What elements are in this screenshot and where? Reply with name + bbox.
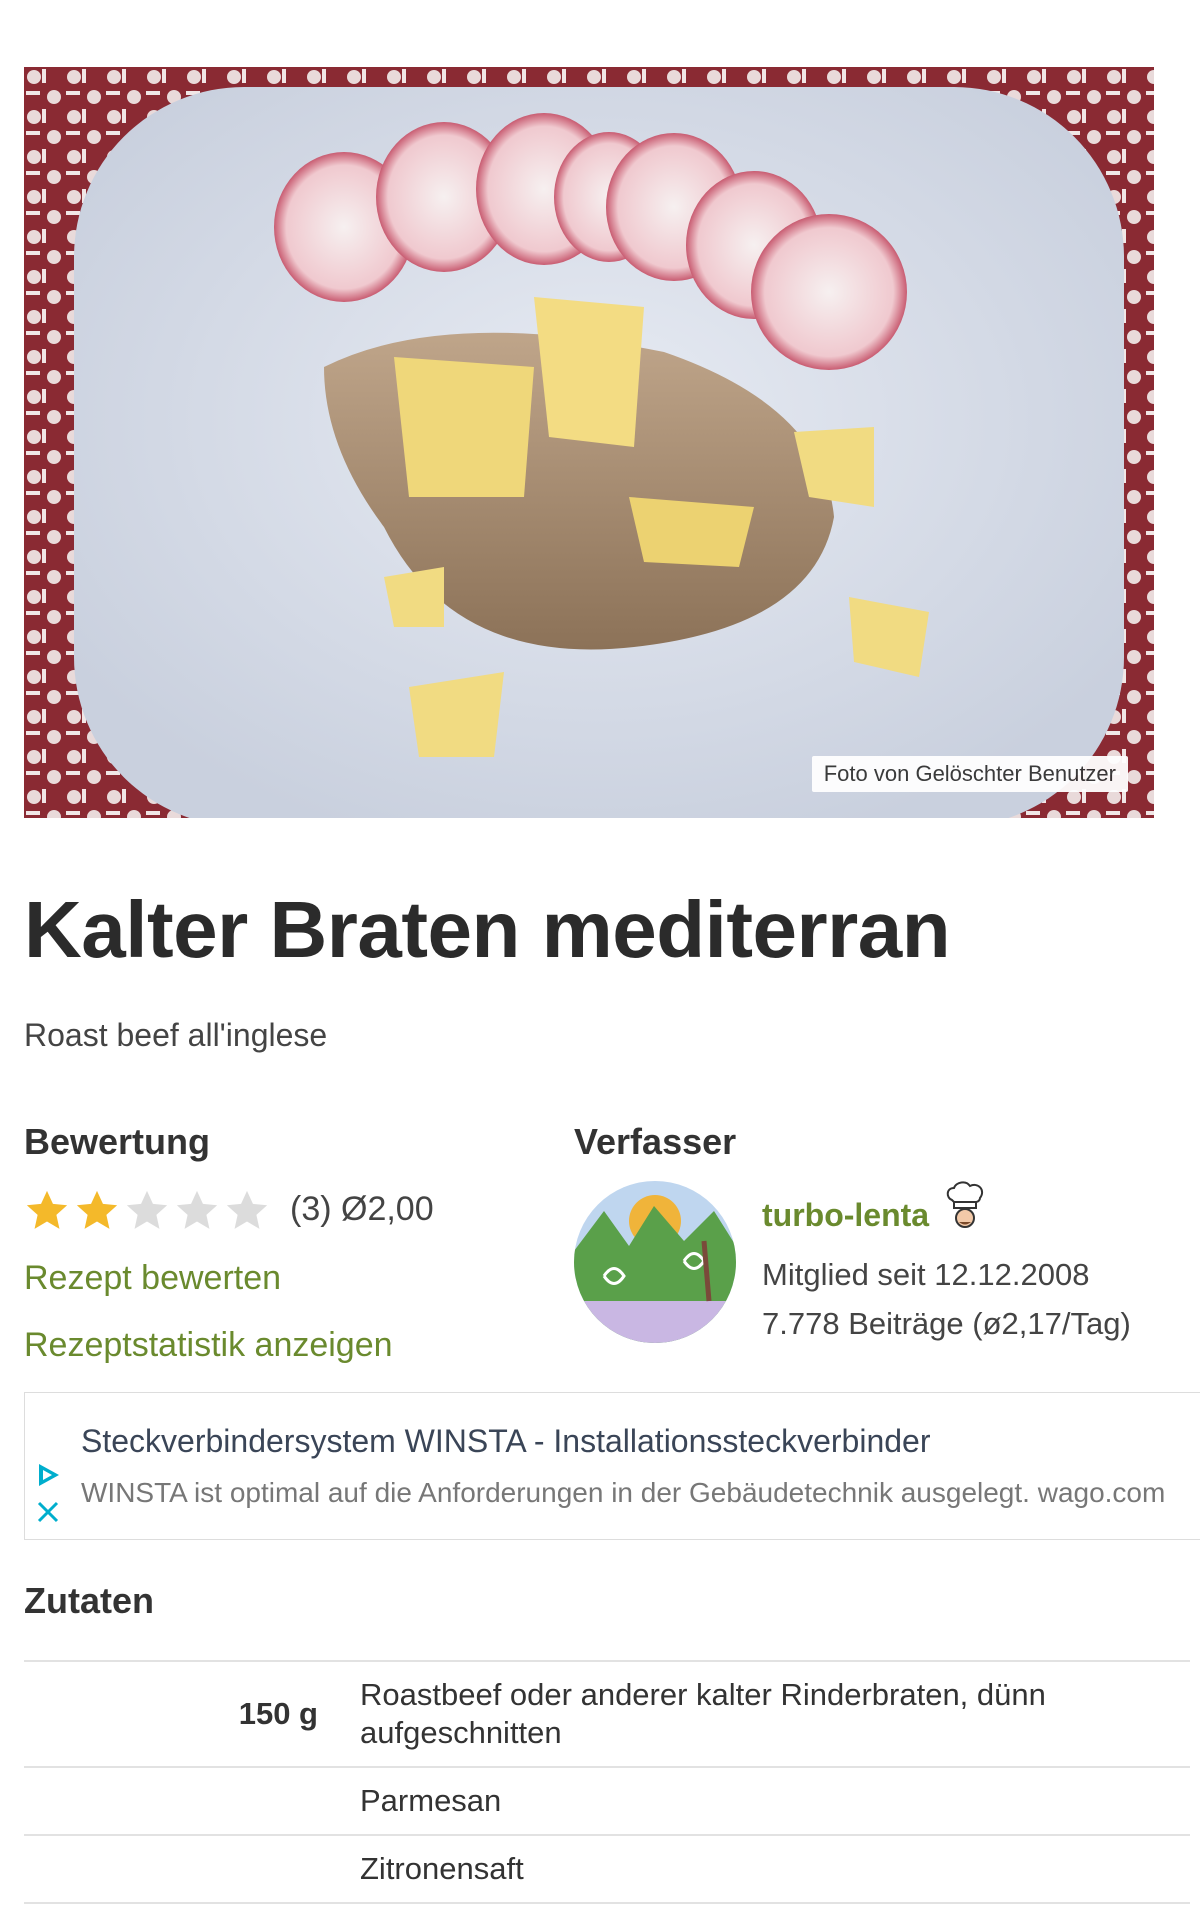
rate-recipe-link[interactable]: Rezept bewerten — [24, 1259, 281, 1298]
rating-heading: Bewertung — [24, 1121, 211, 1162]
author-heading: Verfasser — [574, 1121, 737, 1162]
ingredients-table: 150 g Roastbeef oder anderer kalter Rind… — [24, 1660, 1190, 1904]
star-filled-icon[interactable] — [24, 1188, 70, 1234]
ingredient-name: Zitronensaft — [360, 1851, 524, 1886]
ingredient-amount — [24, 1835, 348, 1903]
rating-summary: (3) Ø2,00 — [290, 1190, 434, 1228]
ingredient-name: Parmesan — [360, 1783, 502, 1818]
recipe-subtitle: Roast beef all'inglese — [24, 1017, 328, 1053]
ingredient-amount — [24, 1767, 348, 1835]
author-avatar[interactable] — [574, 1181, 736, 1343]
ad-title[interactable]: Steckverbindersystem WINSTA - Installati… — [81, 1423, 930, 1460]
ingredient-amount: 150 g — [238, 1696, 318, 1731]
avatar-drawing — [574, 1181, 736, 1343]
star-rating[interactable] — [24, 1188, 270, 1234]
advertisement[interactable]: Steckverbindersystem WINSTA - Installati… — [24, 1392, 1200, 1540]
star-empty-icon[interactable] — [224, 1188, 270, 1234]
close-icon[interactable] — [35, 1499, 61, 1525]
ingredient-row: Parmesan — [24, 1767, 1190, 1835]
recipe-title: Kalter Braten mediterran — [24, 885, 951, 974]
ingredients-heading: Zutaten — [24, 1580, 154, 1621]
photo-credit: Foto von Gelöschter Benutzer — [811, 756, 1128, 792]
star-filled-icon[interactable] — [74, 1188, 120, 1234]
ad-text: WINSTA ist optimal auf die Anforderungen… — [81, 1477, 1166, 1508]
star-empty-icon[interactable] — [174, 1188, 220, 1234]
adchoices-icon[interactable] — [35, 1461, 63, 1489]
ingredient-name: Roastbeef oder anderer kalter Rinderbrat… — [360, 1677, 1046, 1750]
author-name-link[interactable]: turbo-lenta — [762, 1197, 929, 1234]
star-empty-icon[interactable] — [124, 1188, 170, 1234]
ingredient-row: 150 g Roastbeef oder anderer kalter Rind… — [24, 1661, 1190, 1767]
post-count: 7.778 Beiträge (ø2,17/Tag) — [762, 1306, 1131, 1341]
recipe-photo[interactable]: Foto von Gelöschter Benutzer — [24, 67, 1154, 818]
food-photo-illustration — [24, 67, 1154, 818]
member-since: Mitglied seit 12.12.2008 — [762, 1257, 1090, 1292]
recipe-stats-link[interactable]: Rezeptstatistik anzeigen — [24, 1326, 393, 1365]
ingredient-row: Zitronensaft — [24, 1835, 1190, 1903]
chef-hat-icon — [944, 1180, 986, 1228]
